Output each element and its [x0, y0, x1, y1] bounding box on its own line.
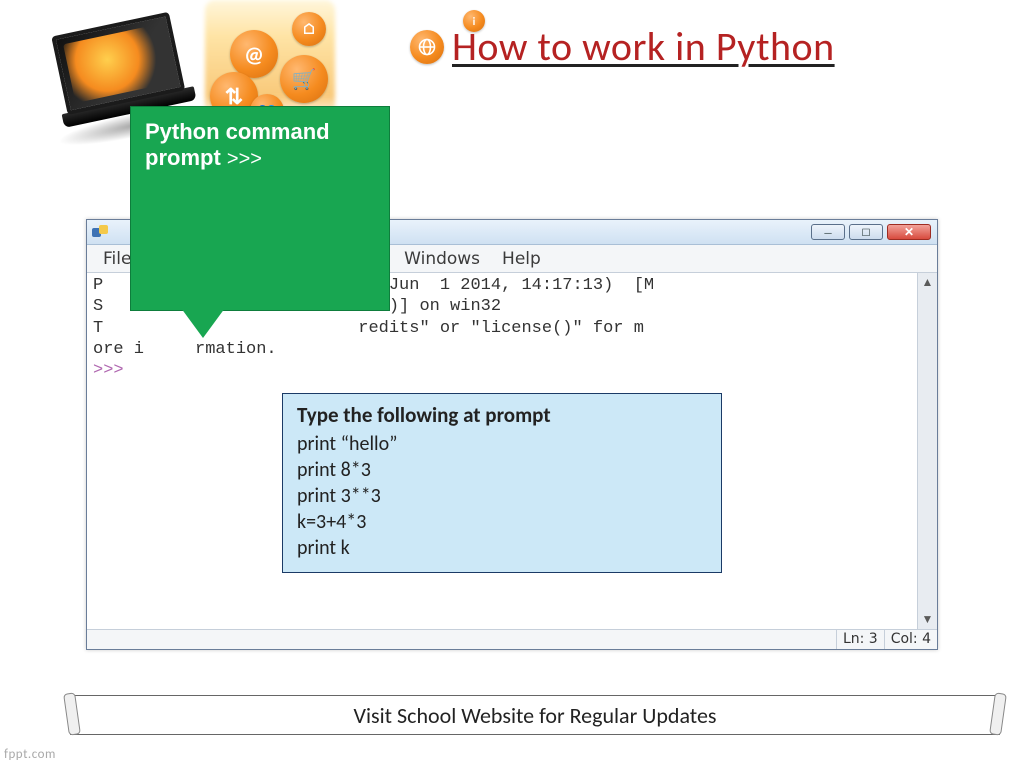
callout-chevrons: >>>: [227, 148, 262, 170]
window-controls: — ☐ ✕: [811, 224, 931, 240]
menu-windows[interactable]: Windows: [404, 249, 480, 269]
window-app-icon: [91, 224, 111, 240]
maximize-button[interactable]: ☐: [849, 224, 883, 240]
callout-line2: prompt: [145, 145, 221, 170]
footer-banner: Visit School Website for Regular Updates: [70, 695, 1000, 735]
instruction-line: print 8*3: [297, 457, 707, 483]
instruction-line: print “hello”: [297, 431, 707, 457]
globe-icon: [410, 30, 444, 64]
close-button[interactable]: ✕: [887, 224, 931, 240]
footer-banner-wrap: Visit School Website for Regular Updates: [70, 695, 1000, 735]
at-icon: @: [230, 30, 278, 78]
window-statusbar: Ln: 3 Col: 4: [87, 629, 937, 649]
page-title: How to work in Python: [452, 22, 835, 71]
instruction-box: Type the following at prompt print “hell…: [282, 393, 722, 573]
callout-bubble: Python command prompt >>>: [130, 106, 390, 311]
menu-file[interactable]: File: [103, 249, 131, 269]
slide-title-row: How to work in Python: [410, 22, 835, 71]
watermark: fppt.com: [4, 747, 56, 762]
instruction-line: print 3**3: [297, 483, 707, 509]
scroll-down-icon[interactable]: ▼: [922, 612, 934, 627]
scroll-up-icon[interactable]: ▲: [922, 275, 934, 290]
status-ln: Ln: 3: [836, 630, 884, 649]
home-icon: ⌂: [292, 12, 326, 46]
callout-line1: Python command: [145, 119, 330, 144]
status-col: Col: 4: [884, 630, 937, 649]
callout-text: Python command prompt >>>: [145, 119, 375, 172]
cart-icon: 🛒: [280, 55, 328, 103]
menu-help[interactable]: Help: [502, 249, 541, 269]
minimize-button[interactable]: —: [811, 224, 845, 240]
shell-prompt: >>>: [93, 361, 124, 380]
instruction-line: k=3+4*3: [297, 509, 707, 535]
scrollbar[interactable]: ▲ ▼: [917, 273, 937, 629]
instruction-line: print k: [297, 535, 707, 561]
instruction-header: Type the following at prompt: [297, 402, 707, 429]
